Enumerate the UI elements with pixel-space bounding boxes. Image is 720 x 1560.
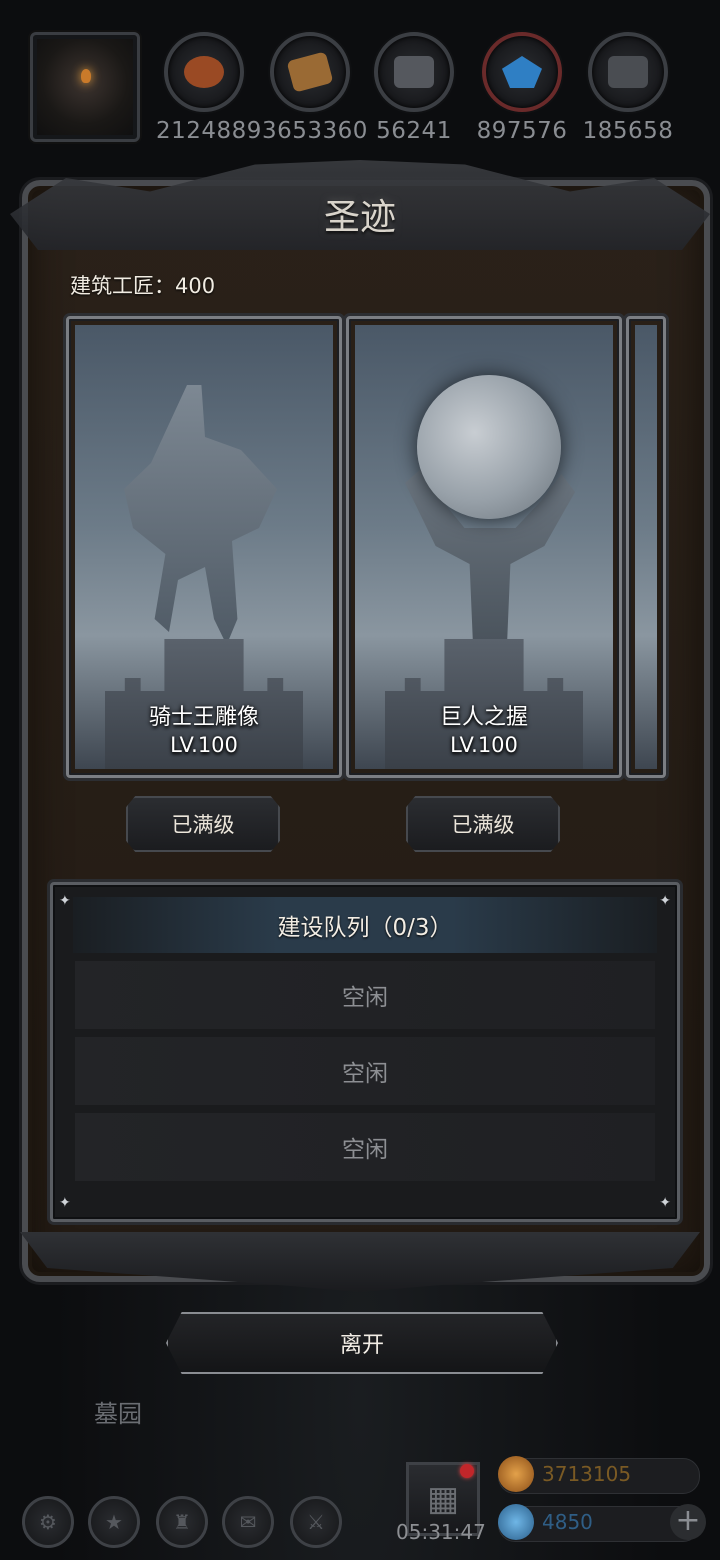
map-location-label[interactable]: 墓园 [94, 1394, 142, 1429]
relic-name: 巨人之握 [439, 705, 528, 730]
build-queue-title: 建设队列（0/3） [73, 897, 657, 953]
knight-statue-icon [124, 385, 277, 645]
relic-card-giant-grasp[interactable]: 巨人之握 LV.100 [346, 316, 622, 778]
resource-stone[interactable]: 185658 [580, 32, 676, 144]
max-level-button[interactable]: 已满级 [126, 796, 280, 852]
settings-icon[interactable]: ⚙ [22, 1496, 74, 1548]
stone-icon [588, 32, 668, 112]
gem-value: 4850 [542, 1510, 593, 1534]
max-level-button[interactable]: 已满级 [406, 796, 560, 852]
resource-value: 3653360 [262, 118, 368, 144]
leave-button[interactable]: 离开 [166, 1312, 558, 1374]
mail-icon[interactable]: ✉ [222, 1496, 274, 1548]
resource-value: 2124889 [156, 118, 262, 144]
gift-timer: 05:31:47 [396, 1520, 486, 1544]
notification-dot-icon [460, 1464, 474, 1478]
relic-level: LV.100 [170, 733, 238, 757]
star-icon[interactable]: ★ [88, 1496, 140, 1548]
battle-icon[interactable]: ⚔ [290, 1496, 342, 1548]
queue-slot[interactable]: 空闲 [75, 1037, 655, 1105]
corner-star-icon: ✦ [59, 1195, 71, 1211]
corner-star-icon: ✦ [659, 893, 671, 909]
moon-icon [417, 375, 561, 519]
crystal-icon [482, 32, 562, 112]
gold-value: 3713105 [542, 1462, 632, 1486]
queue-slot[interactable]: 空闲 [75, 961, 655, 1029]
iron-icon [374, 32, 454, 112]
panel-title: 圣迹 [323, 197, 396, 238]
relic-card-partial[interactable] [626, 316, 666, 778]
add-currency-button[interactable]: + [670, 1504, 706, 1540]
resource-iron[interactable]: 56241 [366, 32, 462, 144]
resource-crystal[interactable]: 897576 [474, 32, 570, 144]
builder-count: 建筑工匠：400 [70, 274, 216, 298]
resource-meat[interactable]: 2124889 [156, 32, 262, 144]
build-queue: 建设队列（0/3） 空闲 空闲 空闲 ✦ ✦ ✦ ✦ [50, 882, 680, 1222]
relic-image-partial [635, 325, 657, 769]
castle-menu-icon[interactable]: ♜ [156, 1496, 208, 1548]
gem-icon [498, 1504, 534, 1540]
relic-level: LV.100 [450, 733, 518, 757]
relic-card-knight-king[interactable]: 骑士王雕像 LV.100 [66, 316, 342, 778]
relic-name: 骑士王雕像 [148, 705, 259, 730]
corner-star-icon: ✦ [659, 1195, 671, 1211]
gold-coin-icon [498, 1456, 534, 1492]
wood-icon [270, 32, 350, 112]
avatar-flame-icon [81, 69, 91, 83]
resource-wood[interactable]: 3653360 [262, 32, 368, 144]
queue-slot[interactable]: 空闲 [75, 1113, 655, 1181]
player-avatar[interactable] [30, 32, 140, 142]
meat-icon [164, 32, 244, 112]
corner-star-icon: ✦ [59, 893, 71, 909]
resource-value: 897576 [476, 118, 568, 144]
resource-value: 56241 [376, 118, 452, 144]
resource-value: 185658 [582, 118, 674, 144]
